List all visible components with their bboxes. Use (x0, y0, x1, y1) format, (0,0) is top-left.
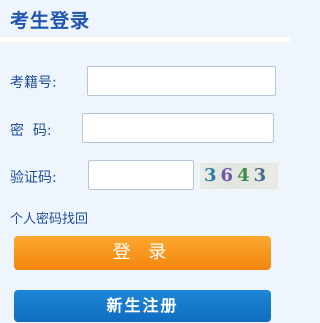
register-button[interactable]: 新生注册 (14, 290, 271, 322)
captcha-char: 3 (204, 165, 221, 186)
password-field[interactable] (82, 113, 274, 143)
captcha-char: 6 (220, 165, 238, 186)
title-divider (0, 37, 290, 42)
login-panel: 考生登录 考籍号: 密 码: 验证码: 3643 个人密码找回 登 录 新生注册 (0, 0, 290, 323)
captcha-field[interactable] (88, 160, 194, 190)
captcha-label: 验证码: (10, 170, 57, 186)
forgot-password-link[interactable]: 个人密码找回 (10, 208, 88, 227)
login-button[interactable]: 登 录 (14, 236, 271, 270)
page-title: 考生登录 (10, 10, 91, 32)
captcha-char: 3 (253, 165, 271, 186)
password-label: 密 码: (10, 123, 52, 139)
captcha-char: 4 (237, 165, 254, 186)
captcha-image[interactable]: 3643 (200, 163, 278, 189)
username-label: 考籍号: (10, 75, 57, 91)
username-field[interactable] (87, 66, 276, 96)
